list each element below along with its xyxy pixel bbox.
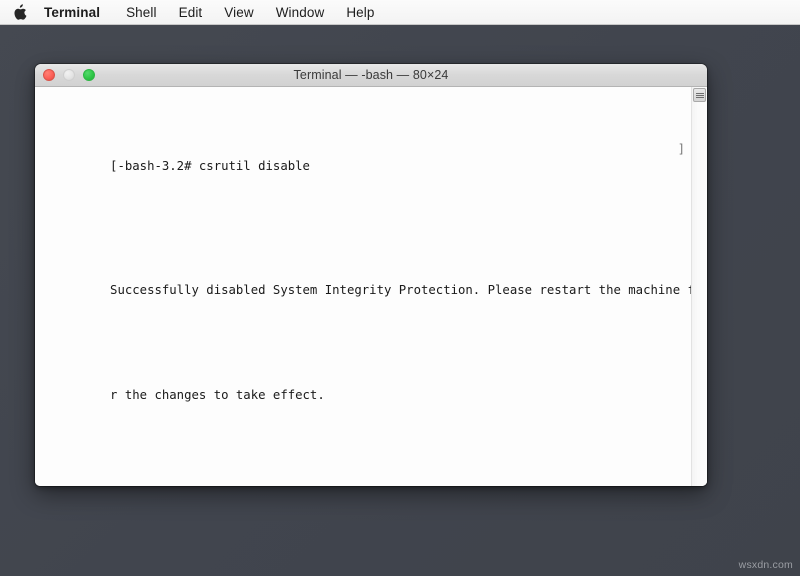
close-button[interactable]: [43, 69, 55, 81]
maximize-button[interactable]: [83, 69, 95, 81]
terminal-line: Successfully disabled System Integrity P…: [36, 264, 702, 317]
window-title: Terminal — -bash — 80×24: [293, 68, 449, 82]
menu-item-terminal[interactable]: Terminal: [34, 0, 115, 25]
apple-menu-button[interactable]: [0, 3, 34, 21]
menu-item-help[interactable]: Help: [335, 0, 385, 25]
prompt-marker-bracket: ]: [677, 141, 685, 156]
menu-item-view[interactable]: View: [213, 0, 264, 25]
terminal-output: [-bash-3.2# csrutil disable ] Successful…: [35, 88, 702, 486]
vertical-scrollbar[interactable]: [691, 87, 707, 486]
menu-item-edit[interactable]: Edit: [168, 0, 214, 25]
menu-bar: Terminal Shell Edit View Window Help: [0, 0, 800, 25]
watermark-text: wsxdn.com: [738, 559, 793, 571]
apple-logo-icon: [12, 3, 27, 21]
terminal-window[interactable]: Terminal — -bash — 80×24 [-bash-3.2# csr…: [35, 64, 707, 486]
menu-item-shell[interactable]: Shell: [115, 0, 168, 25]
terminal-content-area[interactable]: [-bash-3.2# csrutil disable ] Successful…: [35, 87, 707, 486]
scroll-thumb[interactable]: [693, 88, 706, 102]
terminal-line-text: [-bash-3.2# csrutil disable: [110, 159, 310, 174]
window-controls: [35, 69, 95, 81]
terminal-line: r the changes to take effect.: [36, 370, 683, 423]
terminal-line-prompt: -bash-3.2#: [36, 475, 683, 486]
desktop: Terminal Shell Edit View Window Help Ter…: [0, 0, 800, 576]
menu-item-window[interactable]: Window: [265, 0, 336, 25]
minimize-button[interactable]: [63, 69, 75, 81]
window-title-bar[interactable]: Terminal — -bash — 80×24: [35, 64, 707, 87]
terminal-line-text: r the changes to take effect.: [110, 388, 325, 403]
terminal-line: [-bash-3.2# csrutil disable ]: [36, 141, 685, 211]
terminal-line-text: Successfully disabled System Integrity P…: [110, 282, 703, 297]
